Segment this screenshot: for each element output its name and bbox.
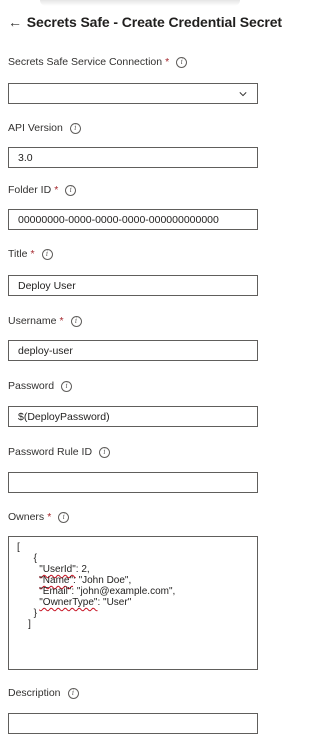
folder-id-input[interactable]: 00000000-0000-0000-0000-000000000000 [8,209,258,230]
folder-id-value: 00000000-0000-0000-0000-000000000000 [18,213,219,226]
owners-textarea[interactable]: [ { "UserId": 2, "Name": "John Doe", "Em… [8,536,258,670]
password-label-text: Password [8,380,55,392]
info-icon[interactable]: i [99,446,111,458]
username-label: Username * i [8,315,82,327]
info-icon[interactable]: i [67,687,79,699]
json-line: "UserId": 2, [39,564,90,575]
back-arrow-icon[interactable]: ← [8,15,23,29]
title-value: Deploy User [18,279,76,292]
password-input[interactable]: $(DeployPassword) [8,406,258,427]
info-icon[interactable]: i [176,56,188,68]
json-line: ] [28,619,31,630]
required-mark: * [54,184,59,196]
required-mark: * [59,315,64,327]
info-icon[interactable]: i [69,122,81,134]
page-title: Secrets Safe - Create Credential Secret [26,14,282,30]
password-rule-id-label: Password Rule ID i [8,446,111,458]
password-label: Password i [8,380,73,392]
title-label-text: Title [8,248,28,260]
owners-label: Owners * i [8,511,70,523]
username-value: deploy-user [18,344,73,357]
spellcheck-word: "UserId" [39,564,76,575]
description-label: Description i [8,687,79,699]
panel-top-shadow [40,0,240,6]
info-icon[interactable]: i [58,511,70,523]
required-mark: * [165,56,170,68]
password-value: $(DeployPassword) [18,410,110,423]
spellcheck-word: "Name" [39,575,74,586]
username-input[interactable]: deploy-user [8,340,258,361]
json-line: "OwnerType": "User" [39,597,132,608]
title-label: Title * i [8,248,53,260]
json-line: [ [17,542,20,553]
json-line: { [33,553,38,564]
spellcheck-word: "OwnerType" [39,597,98,608]
api-version-input[interactable]: 3.0 [8,147,258,168]
json-line: } [33,608,38,619]
connection-label: Secrets Safe Service Connection * i [8,56,188,68]
title-input[interactable]: Deploy User [8,275,258,296]
connection-dropdown[interactable] [8,83,258,104]
owners-label-text: Owners [8,511,45,523]
info-icon[interactable]: i [70,315,82,327]
password-rule-id-input[interactable] [8,472,258,493]
api-version-value: 3.0 [18,151,33,164]
connection-label-text: Secrets Safe Service Connection [8,56,163,68]
json-line: "Name": "John Doe", [39,575,132,586]
panel-header: ← Secrets Safe - Create Credential Secre… [8,10,282,34]
folder-id-label: Folder ID * i [8,184,77,196]
required-mark: * [30,248,35,260]
password-rule-id-label-text: Password Rule ID [8,446,93,458]
folder-id-label-text: Folder ID [8,184,52,196]
info-icon[interactable]: i [41,248,53,260]
api-version-label-text: API Version [8,122,63,134]
chevron-down-icon [239,91,247,96]
info-icon[interactable]: i [61,380,73,392]
required-mark: * [47,511,52,523]
username-label-text: Username [8,315,57,327]
json-line: "Email": "john@example.com", [39,586,176,597]
info-icon[interactable]: i [65,184,77,196]
description-input[interactable] [8,713,258,734]
api-version-label: API Version i [8,122,81,134]
description-label-text: Description [8,687,61,699]
